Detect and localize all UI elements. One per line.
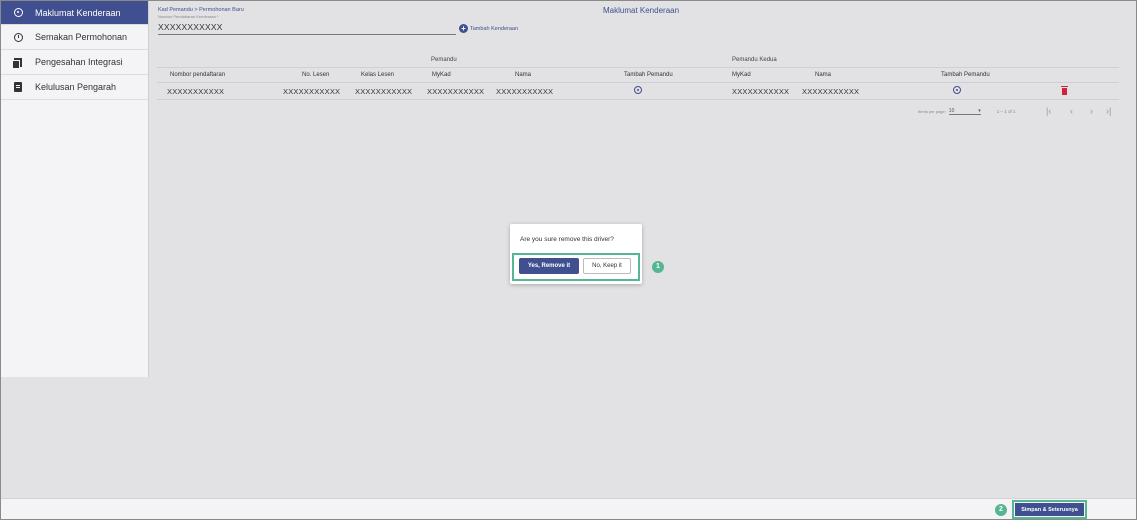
- cell-no-lesen: XXXXXXXXXXX: [283, 87, 341, 96]
- add-second-driver-icon[interactable]: [953, 86, 961, 94]
- items-per-page-select[interactable]: 10 ▾: [948, 108, 981, 115]
- items-per-page-label: Items per page:: [918, 109, 946, 114]
- vehicle-registration-input[interactable]: XXXXXXXXXXX: [158, 22, 456, 35]
- sidebar-item-label: Maklumat Kenderaan: [35, 7, 121, 18]
- sidebar-item-kelulusan-pengarah[interactable]: Kelulusan Pengarah: [1, 75, 148, 100]
- column-header: Kelas Lesen: [361, 72, 395, 78]
- dialog-message: Are you sure remove this driver?: [520, 236, 614, 243]
- documents-icon: [12, 57, 23, 69]
- first-page-icon[interactable]: |‹: [1046, 106, 1051, 116]
- group-header-pemandu-kedua: Pemandu Kedua: [732, 57, 777, 63]
- items-per-page-value: 10: [948, 108, 955, 114]
- breadcrumb[interactable]: Kad Pemandu > Permohonan Baru: [158, 7, 244, 13]
- column-header: MyKad: [432, 72, 451, 78]
- table-group-header-row: Pemandu Pemandu Kedua: [157, 54, 1119, 68]
- column-header: Tambah Pemandu: [624, 72, 673, 78]
- step-badge: 2: [995, 504, 1007, 516]
- column-header: Nama: [515, 72, 532, 78]
- add-vehicle-label: Tambah Kenderaan: [470, 25, 519, 32]
- step-badge: 1: [652, 261, 664, 273]
- sidebar-item-label: Semakan Permohonan: [35, 32, 128, 42]
- cell-kelas-lesen: XXXXXXXXXXX: [355, 87, 413, 96]
- radio-circle-icon: [13, 8, 23, 18]
- cell-nama: XXXXXXXXXXX: [496, 87, 554, 96]
- clock-icon: [13, 32, 23, 42]
- next-page-icon[interactable]: ›: [1090, 106, 1093, 116]
- page-title: Maklumat Kenderaan: [603, 6, 680, 15]
- cell-mykad-kedua: XXXXXXXXXXX: [732, 87, 790, 96]
- no-keep-button[interactable]: No, Keep it: [583, 258, 631, 274]
- sidebar-item-label: Kelulusan Pengarah: [35, 82, 117, 92]
- column-header: Nama: [815, 72, 832, 78]
- group-header-pemandu: Pemandu: [431, 57, 457, 63]
- vehicle-registration-label: Nombor Pendaftaran Kenderaan *: [158, 14, 219, 19]
- delete-icon[interactable]: [1061, 86, 1068, 95]
- column-header: No. Lesen: [302, 72, 330, 78]
- column-header: Nombor pendaftaran: [170, 72, 226, 78]
- last-page-icon[interactable]: ›|: [1106, 106, 1111, 116]
- column-header: Tambah Pemandu: [941, 72, 990, 78]
- sidebar-item-semakan-permohonan[interactable]: Semakan Permohonan: [1, 25, 148, 50]
- drivers-table: Pemandu Pemandu Kedua Nombor pendaftaran…: [157, 54, 1119, 100]
- sidebar-item-pengesahan-integrasi[interactable]: Pengesahan Integrasi: [1, 50, 148, 75]
- bottom-action-bar: [1, 498, 1136, 519]
- page-range: 1 – 1 of 1: [996, 109, 1016, 114]
- table-header-row: Nombor pendaftaran No. Lesen Kelas Lesen…: [157, 68, 1119, 83]
- cell-nama-kedua: XXXXXXXXXXX: [802, 87, 860, 96]
- add-vehicle-button[interactable]: + Tambah Kenderaan: [459, 24, 518, 33]
- previous-page-icon[interactable]: ‹: [1070, 106, 1073, 116]
- dropdown-arrow-icon: ▾: [978, 108, 981, 114]
- cell-mykad: XXXXXXXXXXX: [427, 87, 485, 96]
- column-header: MyKad: [732, 72, 751, 78]
- yes-remove-button[interactable]: Yes, Remove it: [519, 258, 579, 274]
- sidebar-item-label: Pengesahan Integrasi: [35, 57, 123, 67]
- book-icon: [13, 82, 23, 92]
- save-continue-button[interactable]: Simpan & Seterusnya: [1015, 503, 1084, 516]
- table-row: XXXXXXXXXXX XXXXXXXXXXX XXXXXXXXXXX XXXX…: [157, 83, 1119, 100]
- cell-nombor-pendaftaran: XXXXXXXXXXX: [167, 87, 225, 96]
- sidebar: Maklumat Kenderaan Semakan Permohonan Pe…: [1, 1, 149, 377]
- paginator: Items per page: 10 ▾ 1 – 1 of 1: [918, 108, 1016, 115]
- sidebar-item-maklumat-kenderaan[interactable]: Maklumat Kenderaan: [1, 1, 148, 25]
- plus-circle-icon: +: [459, 24, 468, 33]
- add-driver-icon[interactable]: [634, 86, 642, 94]
